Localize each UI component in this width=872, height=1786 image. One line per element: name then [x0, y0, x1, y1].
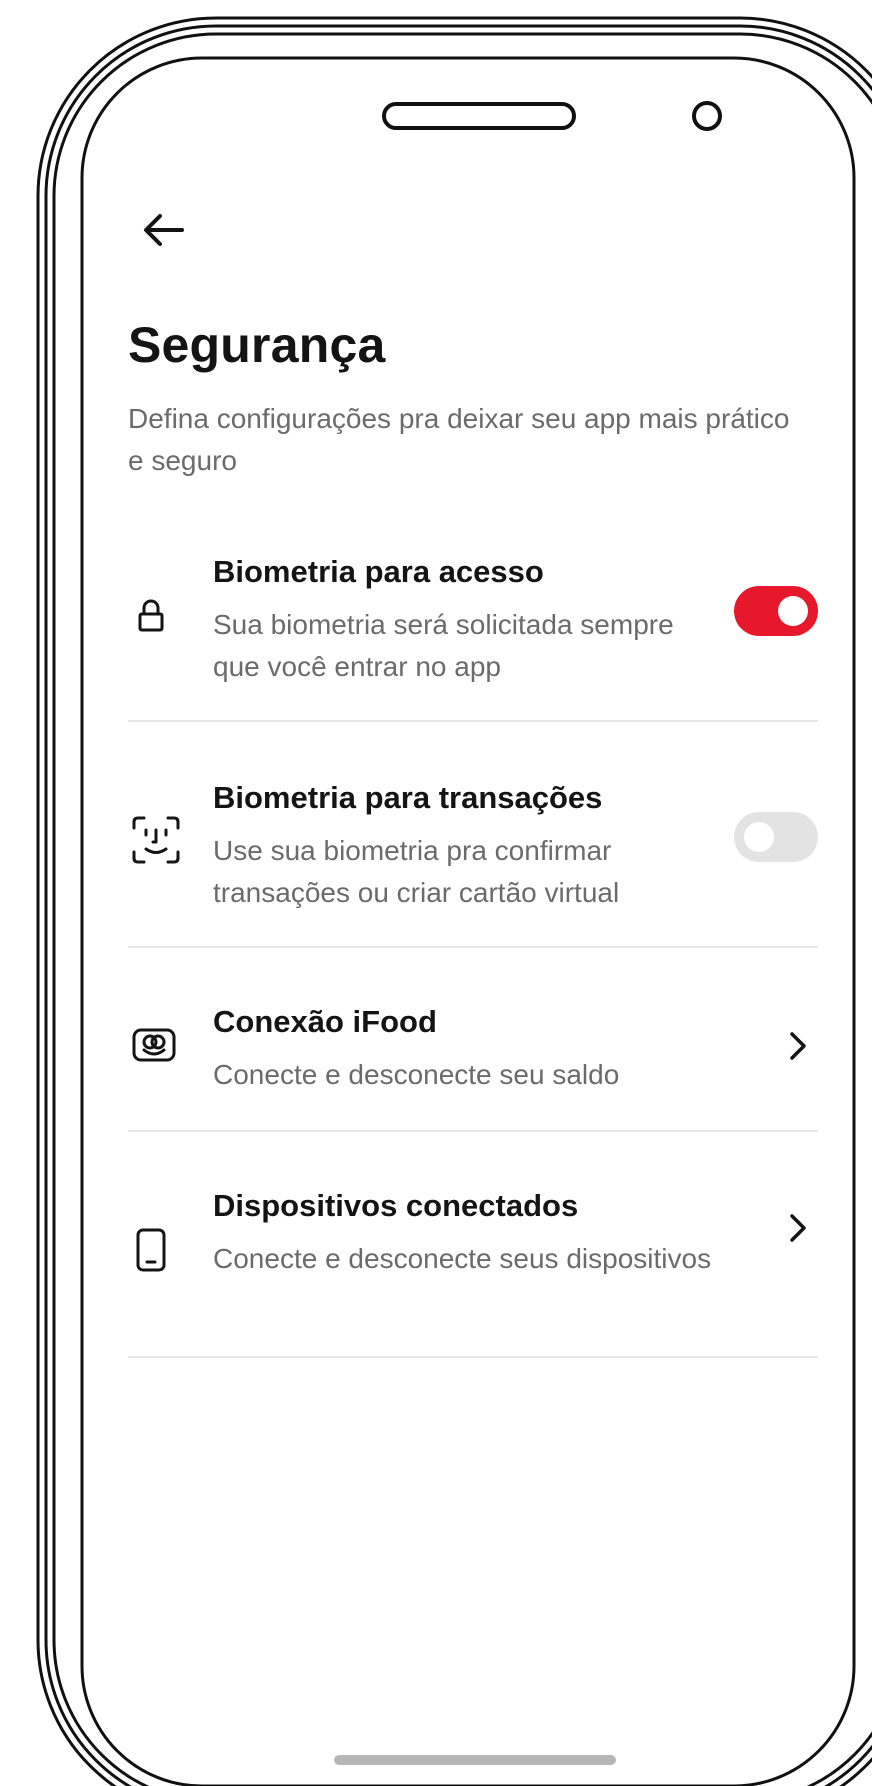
setting-label: Biometria para transações: [213, 780, 603, 815]
biometria-transacoes-toggle[interactable]: [734, 812, 818, 862]
divider: [128, 1356, 818, 1358]
biometria-acesso-toggle[interactable]: [734, 586, 818, 636]
arrow-left-icon: [144, 214, 184, 246]
setting-description: Conecte e desconecte seu saldo: [213, 1059, 620, 1090]
setting-row-biometria-acesso[interactable]: Biometria para acesso Sua biometria será…: [128, 552, 818, 682]
setting-description: Use sua biometria pra confirmar transaçõ…: [213, 835, 620, 908]
divider: [128, 946, 818, 948]
setting-label: Biometria para acesso: [213, 554, 544, 589]
lock-icon: [128, 588, 184, 644]
face-id-icon: [128, 812, 184, 868]
smartphone-icon: [128, 1224, 184, 1280]
page-subtitle: Defina configurações pra deixar seu app …: [128, 403, 790, 476]
setting-row-dispositivos[interactable]: Dispositivos conectados Conecte e descon…: [128, 1186, 818, 1316]
chevron-right-icon[interactable]: [784, 1026, 812, 1066]
setting-row-conexao-ifood[interactable]: Conexão iFood Conecte e desconecte seu s…: [128, 1002, 818, 1102]
page-title: Segurança: [128, 317, 386, 373]
toggle-knob: [778, 596, 808, 626]
divider: [128, 1130, 818, 1132]
toggle-knob: [744, 822, 774, 852]
home-indicator[interactable]: [334, 1755, 616, 1765]
setting-label: Dispositivos conectados: [213, 1188, 579, 1223]
setting-description: Sua biometria será solicitada sempre que…: [213, 609, 674, 682]
ifood-connection-icon: [128, 1020, 184, 1076]
back-button[interactable]: [140, 208, 188, 256]
setting-description: Conecte e desconecte seus dispositivos: [213, 1243, 712, 1274]
setting-row-biometria-transacoes[interactable]: Biometria para transações Use sua biomet…: [128, 778, 818, 908]
chevron-right-icon[interactable]: [784, 1208, 812, 1248]
setting-label: Conexão iFood: [213, 1004, 437, 1039]
divider: [128, 720, 818, 722]
